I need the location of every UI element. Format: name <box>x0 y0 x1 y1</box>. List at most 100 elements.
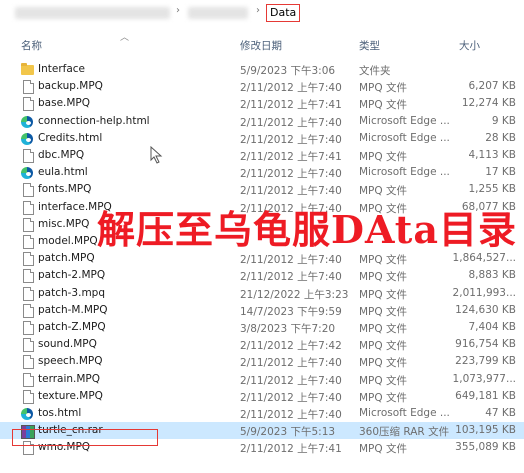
file-type: 360压缩 RAR 文件 <box>359 426 450 439</box>
file-size: 1,255 KB <box>468 183 517 196</box>
file-icon <box>23 252 34 267</box>
file-row[interactable]: speech.MPQ 2/11/2012 上午7:40 MPQ 文件 223,799 … <box>0 353 524 370</box>
file-size: 47 KB <box>485 407 516 419</box>
file-date: 3/8/2023 下午7:20 <box>240 323 336 335</box>
column-type[interactable]: 类型 <box>359 38 380 53</box>
file-row[interactable]: fonts.MPQ 2/11/2012 上午7:40 MPQ 文件 1,255 KB <box>0 181 524 198</box>
file-name: patch-M.MPQ <box>38 303 108 316</box>
file-type: 文件夹 <box>359 65 391 77</box>
file-name: tos.html <box>38 407 82 419</box>
file-icon <box>23 200 34 215</box>
file-row[interactable]: patch-3.mpq 21/12/2022 上午3:23 MPQ 文件 2,011,… <box>0 285 524 302</box>
file-size: 7,404 KB <box>468 321 517 333</box>
file-row[interactable]: eula.html 2/11/2012 上午7:40 Microsoft Edge … <box>0 164 524 181</box>
file-row[interactable]: Credits.html 2/11/2012 上午7:40 Microsoft Ed… <box>0 130 524 147</box>
file-size: 916,754 KB <box>455 338 516 351</box>
file-date: 14/7/2023 下午9:59 <box>240 305 342 318</box>
column-name[interactable]: 名称 <box>21 38 42 53</box>
file-row[interactable]: dbc.MPQ 2/11/2012 上午7:41 MPQ 文件 4,113 KB <box>0 147 524 164</box>
column-size[interactable]: 大小 <box>459 38 480 53</box>
file-name: terrain.MPQ <box>38 372 101 385</box>
file-icon <box>23 389 34 404</box>
file-size: 1,864,527... <box>452 252 516 265</box>
file-row[interactable]: terrain.MPQ 2/11/2012 上午7:40 MPQ 文件 1,073,9… <box>0 371 524 388</box>
file-date: 2/11/2012 上午7:40 <box>240 185 342 198</box>
chevron-right-icon: › <box>176 5 180 16</box>
file-type: MPQ 文件 <box>359 254 407 267</box>
edge-icon <box>21 167 33 180</box>
file-date: 2/11/2012 上午7:40 <box>240 391 342 404</box>
file-date: 2/11/2012 上午7:40 <box>240 116 342 129</box>
file-row[interactable]: base.MPQ 2/11/2012 上午7:41 MPQ 文件 12,274 KB <box>0 95 524 112</box>
sort-up-icon: ︿ <box>120 33 130 43</box>
file-type: Microsoft Edge ... <box>359 131 450 144</box>
column-date[interactable]: 修改日期 <box>240 38 282 53</box>
file-name: connection-help.html <box>38 114 150 127</box>
file-type: MPQ 文件 <box>359 288 407 301</box>
file-name: speech.MPQ <box>38 355 103 368</box>
file-name: Credits.html <box>38 131 103 144</box>
file-type: Microsoft Edge ... <box>359 407 450 419</box>
file-size: 124,630 KB <box>455 303 516 316</box>
breadcrumb-current[interactable]: Data <box>266 4 301 22</box>
file-name: texture.MPQ <box>38 389 103 402</box>
file-date: 2/11/2012 上午7:40 <box>240 168 342 181</box>
file-icon <box>23 303 34 318</box>
file-type: MPQ 文件 <box>359 305 407 318</box>
file-size: 649,181 KB <box>455 389 516 402</box>
file-icon <box>23 217 34 232</box>
file-row[interactable]: patch-Z.MPQ 3/8/2023 下午7:20 MPQ 文件 7,404 KB <box>0 319 524 336</box>
file-size: 12,274 KB <box>461 97 516 110</box>
file-row[interactable]: texture.MPQ 2/11/2012 上午7:40 MPQ 文件 649,181… <box>0 388 524 405</box>
file-size: 103,195 KB <box>455 424 516 437</box>
file-row[interactable]: patch-2.MPQ 2/11/2012 上午7:40 MPQ 文件 8,883 K… <box>0 267 524 284</box>
address-bar[interactable]: › › Data <box>0 0 524 28</box>
file-row[interactable]: patch-M.MPQ 14/7/2023 下午9:59 MPQ 文件 124,630… <box>0 302 524 319</box>
file-name: eula.html <box>38 166 88 179</box>
file-row[interactable]: patch.MPQ 2/11/2012 上午7:40 MPQ 文件 1,864,527… <box>0 250 524 267</box>
file-size: 355,089 KB <box>455 441 516 454</box>
file-icon <box>23 235 34 249</box>
file-date: 2/11/2012 上午7:40 <box>240 82 342 95</box>
file-icon <box>23 80 34 95</box>
file-date: 2/11/2012 上午7:40 <box>240 271 342 284</box>
file-icon <box>23 149 34 163</box>
mouse-cursor-icon <box>150 146 163 164</box>
file-size: 8,883 KB <box>468 269 517 282</box>
chevron-right-icon: › <box>256 5 260 16</box>
file-size: 6,207 KB <box>468 80 517 93</box>
file-date: 2/11/2012 上午7:41 <box>240 151 342 163</box>
file-icon <box>23 183 34 198</box>
file-type: MPQ 文件 <box>359 185 407 198</box>
file-type: MPQ 文件 <box>359 323 407 335</box>
edge-icon <box>21 132 33 145</box>
blurred-path <box>15 7 170 19</box>
file-size: 1,073,977... <box>452 372 516 385</box>
file-date: 2/11/2012 上午7:40 <box>240 357 342 370</box>
file-icon <box>23 372 34 387</box>
file-name: fonts.MPQ <box>38 183 92 196</box>
file-row[interactable]: Interface 5/9/2023 下午3:06 文件夹 <box>0 61 524 78</box>
file-row[interactable]: backup.MPQ 2/11/2012 上午7:40 MPQ 文件 6,207 KB <box>0 78 524 95</box>
file-icon <box>23 286 34 301</box>
file-date: 2/11/2012 上午7:40 <box>240 409 342 421</box>
file-type: MPQ 文件 <box>359 340 407 353</box>
file-date: 5/9/2023 下午3:06 <box>240 65 336 77</box>
file-icon <box>23 355 34 370</box>
file-date: 2/11/2012 上午7:40 <box>240 133 342 146</box>
blurred-path <box>188 7 248 19</box>
file-date: 2/11/2012 上午7:41 <box>240 443 342 456</box>
file-date: 2/11/2012 上午7:42 <box>240 340 342 353</box>
file-size: 2,011,993... <box>452 286 516 299</box>
file-date: 21/12/2022 上午3:23 <box>240 288 349 301</box>
file-row[interactable]: connection-help.html 2/11/2012 上午7:40 Micr… <box>0 113 524 130</box>
column-header: 名称 ︿ 修改日期 类型 大小 <box>0 33 524 54</box>
file-row[interactable]: sound.MPQ 2/11/2012 上午7:42 MPQ 文件 916,754 K… <box>0 336 524 353</box>
file-name: sound.MPQ <box>38 338 97 351</box>
file-name: patch-3.mpq <box>38 286 106 299</box>
file-name: model.MPQ <box>38 235 98 247</box>
file-row[interactable]: tos.html 2/11/2012 上午7:40 Microsoft Edge .… <box>0 405 524 422</box>
file-date: 2/11/2012 上午7:40 <box>240 254 342 267</box>
file-icon <box>23 338 34 353</box>
file-name: patch-2.MPQ <box>38 269 106 282</box>
